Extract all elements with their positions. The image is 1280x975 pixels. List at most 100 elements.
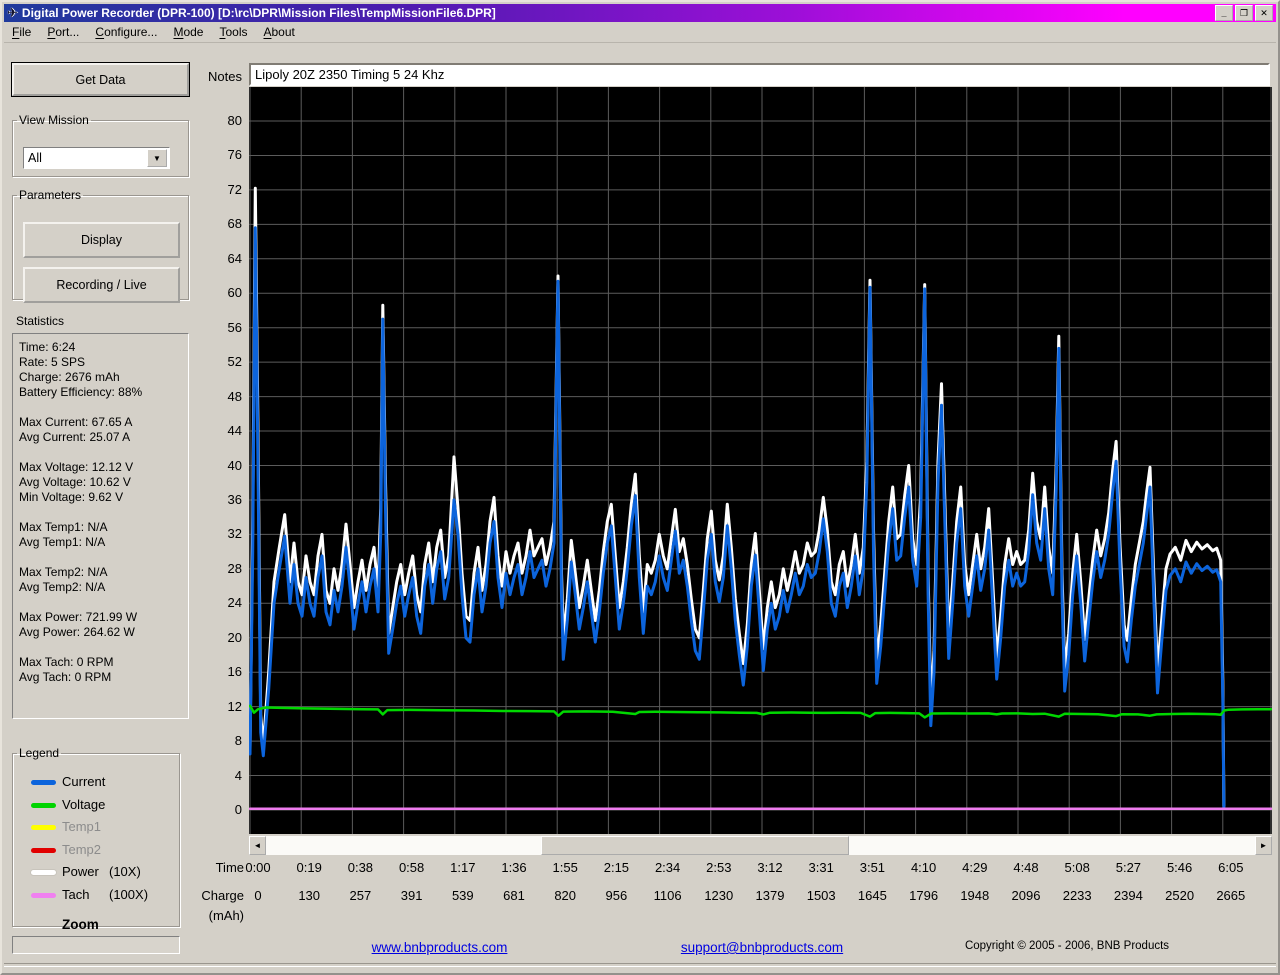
legend-label: Temp2 xyxy=(62,842,101,857)
legend-item-temp1: Temp1 xyxy=(13,819,179,839)
time-tick-label: 0:58 xyxy=(386,860,438,875)
charge-tick-label: 820 xyxy=(539,888,591,903)
charge-tick-label: 391 xyxy=(386,888,438,903)
charge-tick-label: 0 xyxy=(232,888,284,903)
chart-plot[interactable] xyxy=(249,87,1272,834)
window-title: Digital Power Recorder (DPR-100) [D:\rc\… xyxy=(22,6,1215,20)
stat-line: Time: 6:24 xyxy=(19,340,182,355)
current-color-swatch xyxy=(31,780,56,785)
legend-group-label: Legend xyxy=(17,746,61,760)
time-tick-label: 0:38 xyxy=(334,860,386,875)
stat-line: Battery Efficiency: 88% xyxy=(19,385,182,400)
stat-line: Avg Current: 25.07 A xyxy=(19,430,182,445)
stat-line xyxy=(19,550,182,565)
copyright-text: Copyright © 2005 - 2006, BNB Products xyxy=(952,940,1182,952)
time-tick-label: 3:51 xyxy=(846,860,898,875)
y-tick-label: 44 xyxy=(204,423,242,438)
time-tick-label: 5:27 xyxy=(1102,860,1154,875)
charge-tick-label: 1379 xyxy=(744,888,796,903)
charge-tick-label: 1503 xyxy=(795,888,847,903)
restore-button[interactable]: ❐ xyxy=(1235,5,1253,21)
y-tick-label: 32 xyxy=(204,526,242,541)
temp2-color-swatch xyxy=(31,848,56,853)
stat-line: Max Current: 67.65 A xyxy=(19,415,182,430)
y-tick-label: 12 xyxy=(204,699,242,714)
power-color-swatch xyxy=(31,870,56,875)
charge-tick-label: 2665 xyxy=(1205,888,1257,903)
recording-live-button-label: Recording / Live xyxy=(56,278,146,292)
y-tick-label: 52 xyxy=(204,354,242,369)
menu-item-port[interactable]: Port... xyxy=(39,23,87,41)
stat-line xyxy=(19,445,182,460)
y-tick-label: 20 xyxy=(204,630,242,645)
legend-label: Current xyxy=(62,774,105,789)
series-current xyxy=(250,228,1224,808)
parameters-group: Parameters Display Recording / Live xyxy=(12,188,189,300)
legend-label: Power xyxy=(62,864,99,879)
y-tick-label: 8 xyxy=(204,733,242,748)
legend-item-current: Current xyxy=(13,774,179,794)
stat-line xyxy=(19,640,182,655)
parameters-group-label: Parameters xyxy=(17,188,83,202)
menu-item-configure[interactable]: Configure... xyxy=(87,23,165,41)
get-data-label: Get Data xyxy=(75,73,125,87)
legend-zoom-label: Zoom xyxy=(62,917,99,932)
charge-tick-label: 130 xyxy=(283,888,335,903)
y-tick-label: 76 xyxy=(204,147,242,162)
time-tick-label: 3:12 xyxy=(744,860,796,875)
charge-tick-label: 2233 xyxy=(1051,888,1103,903)
menu-item-mode[interactable]: Mode xyxy=(165,23,211,41)
close-button[interactable]: ✕ xyxy=(1255,5,1273,21)
notes-input[interactable] xyxy=(249,63,1270,86)
charge-tick-label: 1796 xyxy=(898,888,950,903)
stat-line: Max Temp1: N/A xyxy=(19,520,182,535)
website-link[interactable]: www.bnbproducts.com xyxy=(332,940,547,955)
tach-color-swatch xyxy=(31,893,56,898)
menu-item-tools[interactable]: Tools xyxy=(211,23,255,41)
stat-line xyxy=(19,595,182,610)
stat-line xyxy=(19,400,182,415)
time-tick-label: 1:55 xyxy=(539,860,591,875)
stat-line: Avg Power: 264.62 W xyxy=(19,625,182,640)
minimize-button[interactable]: _ xyxy=(1215,5,1233,21)
mission-select[interactable]: All ▼ xyxy=(23,147,170,169)
legend-label: Tach xyxy=(62,887,89,902)
charge-tick-label: 2520 xyxy=(1154,888,1206,903)
menu-bar: FilePort...Configure...ModeToolsAbout xyxy=(4,22,1276,43)
time-tick-label: 4:48 xyxy=(1000,860,1052,875)
legend-item-tach: Tach(100X) xyxy=(13,887,179,907)
view-mission-group-label: View Mission xyxy=(17,113,91,127)
support-email-link[interactable]: support@bnbproducts.com xyxy=(652,940,872,955)
stat-line xyxy=(19,505,182,520)
chart-scrollbar[interactable]: ◄ ► xyxy=(249,836,1272,855)
get-data-button[interactable]: Get Data xyxy=(12,63,189,96)
charge-tick-label: 956 xyxy=(590,888,642,903)
time-tick-label: 1:36 xyxy=(488,860,540,875)
legend-label: Voltage xyxy=(62,797,105,812)
y-tick-label: 24 xyxy=(204,595,242,610)
time-tick-label: 0:00 xyxy=(232,860,284,875)
charge-unit-label: (mAh) xyxy=(192,908,244,923)
plot-svg xyxy=(249,87,1272,834)
y-tick-label: 80 xyxy=(204,113,242,128)
scroll-left-arrow-icon[interactable]: ◄ xyxy=(249,836,266,855)
chevron-down-icon[interactable]: ▼ xyxy=(147,149,167,167)
statistics-label: Statistics xyxy=(16,314,64,328)
display-button[interactable]: Display xyxy=(23,222,180,258)
recording-live-button[interactable]: Recording / Live xyxy=(23,267,180,303)
stat-line: Avg Tach: 0 RPM xyxy=(19,670,182,685)
time-tick-label: 0:19 xyxy=(283,860,335,875)
charge-tick-label: 2394 xyxy=(1102,888,1154,903)
stat-line: Max Tach: 0 RPM xyxy=(19,655,182,670)
legend-item-power: Power (10X) xyxy=(13,864,179,884)
scroll-right-arrow-icon[interactable]: ► xyxy=(1255,836,1272,855)
temp1-color-swatch xyxy=(31,825,56,830)
menu-item-file[interactable]: File xyxy=(4,23,39,41)
stat-line: Avg Temp1: N/A xyxy=(19,535,182,550)
view-mission-group: View Mission All ▼ xyxy=(12,113,189,177)
legend-scale: (10X) xyxy=(109,864,141,879)
scrollbar-thumb[interactable] xyxy=(541,836,849,855)
menu-item-about[interactable]: About xyxy=(255,23,302,41)
y-tick-label: 72 xyxy=(204,182,242,197)
legend-items: Current Voltage Temp1 Temp2 Power (10X) Tach(1… xyxy=(13,774,179,934)
